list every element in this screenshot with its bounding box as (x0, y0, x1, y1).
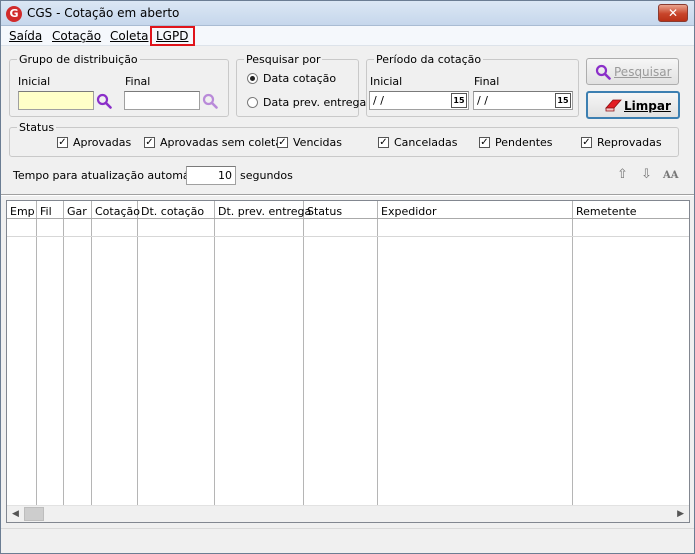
checkbox-aprovadas-sem-coleta-label: Aprovadas sem coleta (160, 136, 283, 149)
menu-lgpd[interactable]: LGPD (150, 26, 196, 46)
col-remetente[interactable]: Remetente (573, 201, 689, 218)
grupo-inicial-input[interactable] (18, 91, 94, 110)
checkbox-aprovadas-sem-coleta[interactable]: ✓ (144, 137, 155, 148)
periodo-final-label: Final (474, 75, 500, 88)
checkbox-vencidas[interactable]: ✓ (277, 137, 288, 148)
col-line (138, 219, 215, 506)
col-status-label: Status (307, 205, 343, 218)
calendar-icon[interactable]: 15 (555, 93, 571, 108)
calendar-icon[interactable]: 15 (451, 93, 467, 108)
checkbox-aprovadas-label: Aprovadas (73, 136, 132, 149)
arrow-up-icon[interactable]: ⇧ (617, 167, 628, 182)
checkbox-pendentes[interactable]: ✓ (479, 137, 490, 148)
menu-bar: Saída Cotação Coleta LGPD (1, 26, 694, 46)
pesquisar-button[interactable]: Pesquisar (586, 58, 679, 85)
scroll-right-icon[interactable]: ▶ (677, 509, 684, 519)
periodo-inicial-label: Inicial (370, 75, 403, 88)
col-dt-prev-entrega-label: Dt. prev. entrega (218, 205, 312, 218)
search-icon (595, 64, 611, 80)
col-fil-label: Fil (40, 205, 52, 218)
col-line (64, 219, 92, 506)
search-icon[interactable] (202, 93, 218, 109)
checkbox-reprovadas[interactable]: ✓ (581, 137, 592, 148)
col-line (92, 219, 138, 506)
checkbox-reprovadas-label: Reprovadas (597, 136, 662, 149)
menu-coleta[interactable]: Coleta (110, 29, 149, 43)
checkbox-vencidas-label: Vencidas (293, 136, 342, 149)
menu-saida[interactable]: Saída (9, 29, 42, 43)
scroll-thumb[interactable] (24, 507, 44, 521)
col-line (37, 219, 64, 506)
refresh-label: Tempo para atualização automática (13, 169, 210, 182)
radio-data-cotacao-label: Data cotação (263, 72, 337, 85)
checkbox-canceladas[interactable]: ✓ (378, 137, 389, 148)
col-cotacao[interactable]: Cotação (92, 201, 140, 218)
col-expedidor[interactable]: Expedidor (378, 201, 573, 218)
grid-header: Emp Fil Gar Cotação Dt. cotação Dt. prev… (7, 201, 689, 219)
col-emp-label: Emp (10, 205, 35, 218)
col-remetente-label: Remetente (576, 205, 637, 218)
col-gar[interactable]: Gar (64, 201, 92, 218)
radio-data-cotacao[interactable] (247, 73, 258, 84)
checkbox-canceladas-label: Canceladas (394, 136, 458, 149)
separator (1, 194, 694, 196)
col-line (7, 219, 37, 506)
refresh-interval-input[interactable]: 10 (186, 166, 236, 185)
close-button[interactable]: ✕ (658, 4, 688, 22)
limpar-label: Limpar (624, 99, 671, 113)
col-gar-label: Gar (67, 205, 87, 218)
checkbox-pendentes-label: Pendentes (495, 136, 553, 149)
col-dt-cotacao[interactable]: Dt. cotação (138, 201, 215, 218)
grupo-inicial-label: Inicial (18, 75, 51, 88)
col-fil[interactable]: Fil (37, 201, 64, 218)
status-legend: Status (19, 121, 55, 134)
col-dt-cotacao-label: Dt. cotação (141, 205, 205, 218)
arrow-down-icon[interactable]: ⇩ (641, 167, 652, 182)
window-title: CGS - Cotação em aberto (27, 6, 180, 20)
grupo-legend: Grupo de distribuição (19, 53, 138, 66)
scroll-left-icon[interactable]: ◀ (12, 509, 19, 519)
col-expedidor-label: Expedidor (381, 205, 437, 218)
col-dt-prev-entrega[interactable]: Dt. prev. entrega (215, 201, 311, 218)
main-window: G CGS - Cotação em aberto ✕ Saída Cotaçã… (0, 0, 695, 554)
pesquisar-por-legend: Pesquisar por (246, 53, 321, 66)
eraser-icon (605, 99, 622, 112)
col-line (378, 219, 573, 506)
title-bar: G CGS - Cotação em aberto ✕ (1, 1, 694, 26)
checkbox-aprovadas[interactable]: ✓ (57, 137, 68, 148)
pesquisar-label: Pesquisar (614, 65, 672, 79)
grupo-final-input[interactable] (124, 91, 200, 110)
horizontal-scrollbar[interactable]: ◀ ▶ (7, 505, 689, 522)
app-logo-icon: G (6, 6, 22, 22)
status-bar (1, 528, 694, 553)
col-status[interactable]: Status (304, 201, 378, 218)
col-cotacao-label: Cotação (95, 205, 140, 218)
grupo-final-label: Final (125, 75, 151, 88)
results-grid[interactable]: Emp Fil Gar Cotação Dt. cotação Dt. prev… (6, 200, 690, 523)
table-row[interactable] (7, 220, 689, 237)
search-icon[interactable] (96, 93, 112, 109)
refresh-unit-label: segundos (240, 169, 293, 182)
col-line (304, 219, 378, 506)
col-line (215, 219, 304, 506)
radio-data-prev-entrega[interactable] (247, 97, 258, 108)
radio-data-prev-entrega-label: Data prev. entrega (263, 96, 367, 109)
font-size-icon[interactable]: AA (663, 170, 679, 181)
limpar-button[interactable]: Limpar (586, 91, 680, 119)
menu-cotacao[interactable]: Cotação (52, 29, 101, 43)
periodo-legend: Período da cotação (376, 53, 482, 66)
col-emp[interactable]: Emp (7, 201, 37, 218)
